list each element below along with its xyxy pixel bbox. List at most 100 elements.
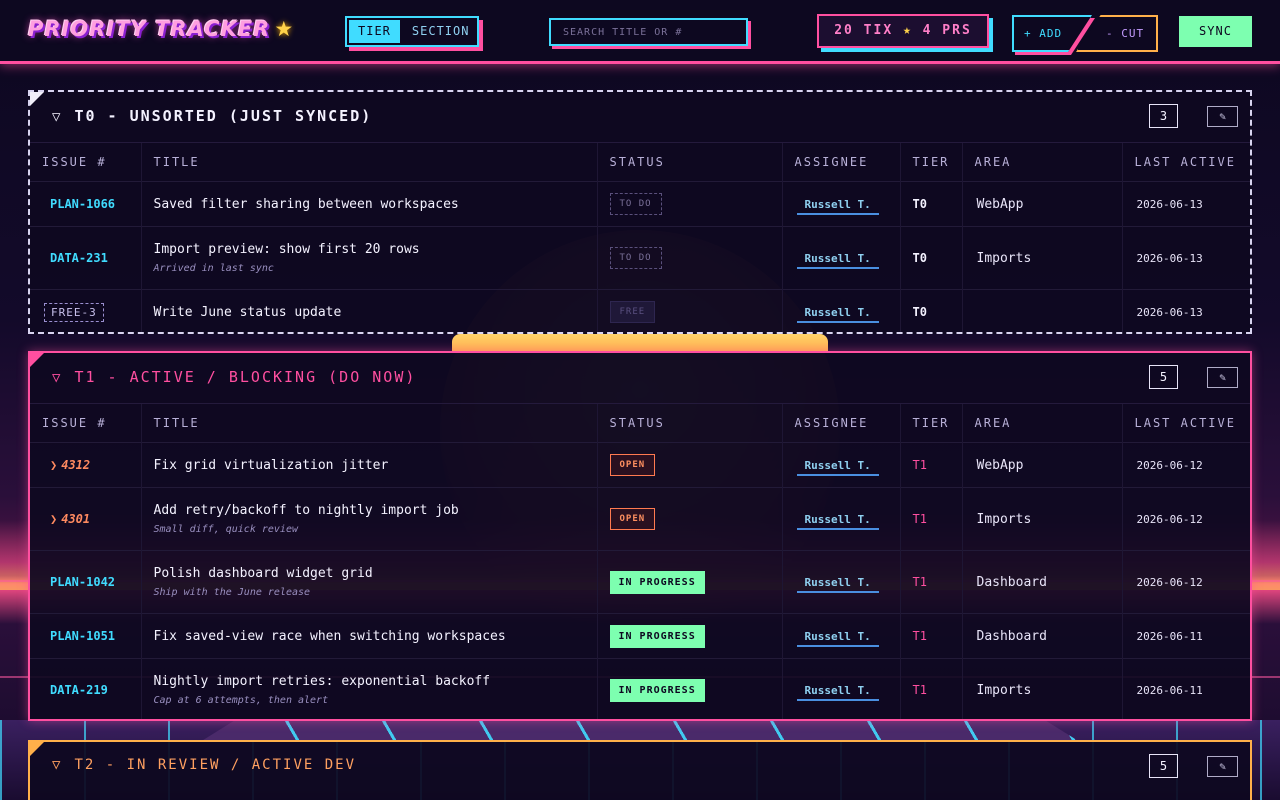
issue-title[interactable]: Fix saved-view race when switching works…: [154, 629, 506, 644]
toggle-tier[interactable]: TIER: [349, 20, 400, 43]
assignee-select[interactable]: Russell T.: [796, 252, 879, 269]
issue-title[interactable]: Nightly import retries: exponential back…: [154, 674, 491, 689]
tier-panel-t1: ▽ T1 - ACTIVE / BLOCKING (DO NOW) 5 ✎ ISS…: [28, 351, 1252, 721]
issue-title[interactable]: Add retry/backoff to nightly import job: [154, 503, 459, 518]
tier-panel-t0: ▽ T0 - UNSORTED (JUST SYNCED) 3 ✎ ISSUE #…: [28, 90, 1252, 334]
table-row[interactable]: PLAN-1066 Saved filter sharing between w…: [30, 181, 1250, 227]
tier-label[interactable]: T1: [913, 683, 927, 697]
tier-label[interactable]: T1: [913, 512, 927, 526]
status-badge[interactable]: TO DO: [609, 193, 662, 215]
table-row[interactable]: ❯ 4312 Fix grid virtualization jitter OPE…: [30, 442, 1250, 488]
table-header-row: ISSUE # TITLE STATUS ASSIGNEE TIER AREA …: [30, 403, 1250, 443]
issue-title[interactable]: Saved filter sharing between workspaces: [154, 197, 459, 212]
last-active-date: 2026-06-11: [1136, 629, 1203, 643]
search-input[interactable]: [549, 18, 748, 46]
app-title: PRIORITY TRACKER: [28, 17, 271, 41]
assignee-select[interactable]: Russell T.: [796, 198, 879, 215]
area-label: WebApp: [976, 196, 1024, 212]
issue-link[interactable]: DATA-219: [50, 683, 108, 697]
col-last-active[interactable]: LAST ACTIVE: [1121, 142, 1250, 182]
edit-tier-button[interactable]: ✎: [1207, 367, 1238, 388]
tier-label[interactable]: T0: [913, 251, 927, 265]
col-tier[interactable]: TIER: [899, 142, 962, 182]
status-badge[interactable]: TO DO: [609, 247, 662, 269]
collapse-caret-icon[interactable]: ▽: [52, 109, 62, 125]
status-badge[interactable]: OPEN: [609, 508, 656, 530]
tier-header[interactable]: ▽ T1 - ACTIVE / BLOCKING (DO NOW) 5 ✎: [30, 353, 1250, 403]
collapse-caret-icon[interactable]: ▽: [52, 370, 62, 386]
tier-label[interactable]: T0: [913, 305, 927, 319]
col-assignee[interactable]: ASSIGNEE: [781, 142, 900, 182]
tier-header[interactable]: ▽ T0 - UNSORTED (JUST SYNCED) 3 ✎: [30, 92, 1250, 142]
pr-link[interactable]: ❯ 4301: [50, 512, 90, 526]
pencil-icon: ✎: [1219, 371, 1226, 384]
issue-title[interactable]: Write June status update: [154, 305, 342, 320]
tier-panel-t2: ▽ T2 - IN REVIEW / ACTIVE DEV 5 ✎: [28, 740, 1252, 800]
col-area[interactable]: AREA: [961, 403, 1122, 443]
sync-button[interactable]: SYNC: [1179, 16, 1252, 47]
tier-title-text: T0 - UNSORTED (JUST SYNCED): [74, 107, 373, 125]
issue-link[interactable]: PLAN-1051: [50, 629, 115, 643]
sun-band: [452, 334, 828, 352]
col-issue[interactable]: ISSUE #: [30, 403, 141, 443]
col-assignee[interactable]: ASSIGNEE: [781, 403, 900, 443]
col-title[interactable]: TITLE: [140, 142, 597, 182]
tier-label[interactable]: T1: [913, 629, 927, 643]
pr-number: 4301: [61, 511, 91, 526]
assignee-select[interactable]: Russell T.: [796, 513, 879, 530]
assignee-select[interactable]: Russell T.: [796, 576, 879, 593]
status-badge[interactable]: IN PROGRESS: [609, 624, 705, 648]
toggle-section[interactable]: SECTION: [402, 18, 480, 45]
edit-tier-button[interactable]: ✎: [1207, 106, 1238, 127]
view-toggle: TIER SECTION: [345, 16, 479, 47]
pr-link[interactable]: ❯ 4312: [50, 458, 90, 472]
grid-strip: [200, 720, 1080, 742]
tier-label[interactable]: T1: [913, 458, 927, 472]
issue-link[interactable]: PLAN-1042: [50, 575, 115, 589]
tier-count-badge: 5: [1149, 754, 1178, 778]
edit-tier-button[interactable]: ✎: [1207, 756, 1238, 777]
tier-title: ▽ T2 - IN REVIEW / ACTIVE DEV: [52, 757, 356, 773]
table-row[interactable]: DATA-219 Nightly import retries: exponen…: [30, 658, 1250, 719]
last-active-date: 2026-06-12: [1136, 512, 1203, 526]
col-area[interactable]: AREA: [961, 142, 1122, 182]
col-issue[interactable]: ISSUE #: [30, 142, 141, 182]
assignee-select[interactable]: Russell T.: [796, 306, 879, 323]
issue-title[interactable]: Import preview: show first 20 rows: [154, 242, 420, 257]
col-last-active[interactable]: LAST ACTIVE: [1121, 403, 1250, 443]
assignee-select[interactable]: Russell T.: [796, 459, 879, 476]
area-label: Imports: [976, 682, 1032, 698]
tier-title-text: T1 - ACTIVE / BLOCKING (DO NOW): [74, 368, 417, 386]
chevron-right-icon: ❯: [50, 457, 58, 472]
tier-label[interactable]: T0: [913, 197, 927, 211]
issue-note: Cap at 6 attempts, then alert: [153, 695, 329, 707]
assignee-select[interactable]: Russell T.: [796, 630, 879, 647]
area-label: Imports: [976, 250, 1032, 266]
status-badge[interactable]: FREE: [609, 301, 656, 324]
issues-table: ISSUE # TITLE STATUS ASSIGNEE TIER AREA …: [30, 142, 1250, 332]
table-row[interactable]: FREE-3 Write June status update FREE Rus…: [30, 289, 1250, 332]
col-title[interactable]: TITLE: [140, 403, 597, 443]
table-row[interactable]: DATA-231 Import preview: show first 20 r…: [30, 226, 1250, 290]
col-status[interactable]: STATUS: [596, 403, 782, 443]
col-tier[interactable]: TIER: [899, 403, 962, 443]
table-row[interactable]: ❯ 4301 Add retry/backoff to nightly impor…: [30, 487, 1250, 551]
table-row[interactable]: PLAN-1042 Polish dashboard widget grid Sh…: [30, 550, 1250, 614]
issue-link[interactable]: PLAN-1066: [50, 197, 115, 211]
col-status[interactable]: STATUS: [596, 142, 782, 182]
status-badge[interactable]: IN PROGRESS: [609, 570, 705, 594]
tier-label[interactable]: T1: [913, 575, 927, 589]
issue-title[interactable]: Fix grid virtualization jitter: [154, 458, 389, 473]
star-icon: ★: [903, 23, 913, 38]
issue-link[interactable]: DATA-231: [50, 251, 108, 265]
status-badge[interactable]: IN PROGRESS: [609, 678, 705, 702]
assignee-select[interactable]: Russell T.: [796, 684, 879, 701]
pr-number: 4312: [61, 457, 91, 472]
tier-header[interactable]: ▽ T2 - IN REVIEW / ACTIVE DEV 5 ✎: [30, 742, 1250, 792]
free-issue-tag[interactable]: FREE-3: [44, 302, 104, 322]
issue-title[interactable]: Polish dashboard widget grid: [154, 566, 373, 581]
collapse-caret-icon[interactable]: ▽: [52, 757, 62, 773]
status-badge[interactable]: OPEN: [609, 454, 656, 476]
table-row[interactable]: PLAN-1051 Fix saved-view race when switc…: [30, 613, 1250, 659]
issues-table: ISSUE # TITLE STATUS ASSIGNEE TIER AREA …: [30, 403, 1250, 719]
